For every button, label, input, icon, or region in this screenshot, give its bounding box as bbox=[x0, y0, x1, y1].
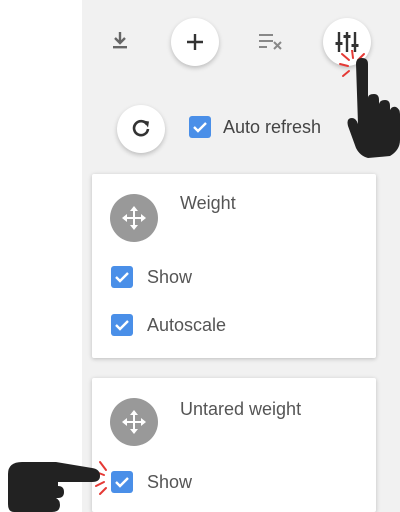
clear-format-icon bbox=[259, 34, 282, 50]
show-label: Show bbox=[147, 471, 193, 492]
check-icon bbox=[115, 320, 129, 331]
refresh-icon bbox=[132, 119, 150, 137]
drag-handle[interactable] bbox=[110, 194, 158, 242]
refresh-button[interactable] bbox=[117, 105, 165, 153]
check-icon bbox=[193, 122, 207, 133]
series-title: Untared weight bbox=[180, 399, 302, 419]
clear-button[interactable] bbox=[256, 28, 286, 54]
auto-refresh-row: Auto refresh bbox=[189, 116, 321, 138]
show-row: Show bbox=[111, 266, 192, 288]
add-button[interactable] bbox=[171, 18, 219, 66]
check-icon bbox=[115, 272, 129, 283]
pointing-hand-icon bbox=[8, 461, 107, 512]
show-checkbox[interactable] bbox=[111, 266, 133, 288]
pointing-hand-icon bbox=[339, 50, 400, 158]
series-card-weight: Weight Show Autoscale bbox=[92, 174, 376, 358]
show-label: Show bbox=[147, 266, 193, 287]
download-button[interactable] bbox=[106, 26, 134, 54]
move-icon bbox=[122, 206, 146, 230]
download-icon bbox=[113, 32, 127, 49]
autoscale-label: Autoscale bbox=[147, 314, 227, 335]
drag-handle[interactable] bbox=[110, 398, 158, 446]
move-icon bbox=[122, 410, 146, 434]
autoscale-row: Autoscale bbox=[111, 314, 226, 336]
autoscale-checkbox[interactable] bbox=[111, 314, 133, 336]
auto-refresh-checkbox[interactable] bbox=[189, 116, 211, 138]
series-title: Weight bbox=[180, 193, 236, 213]
plus-icon bbox=[187, 34, 203, 50]
auto-refresh-label: Auto refresh bbox=[223, 116, 322, 137]
series-card-untared-weight: Untared weight Show bbox=[92, 378, 376, 512]
